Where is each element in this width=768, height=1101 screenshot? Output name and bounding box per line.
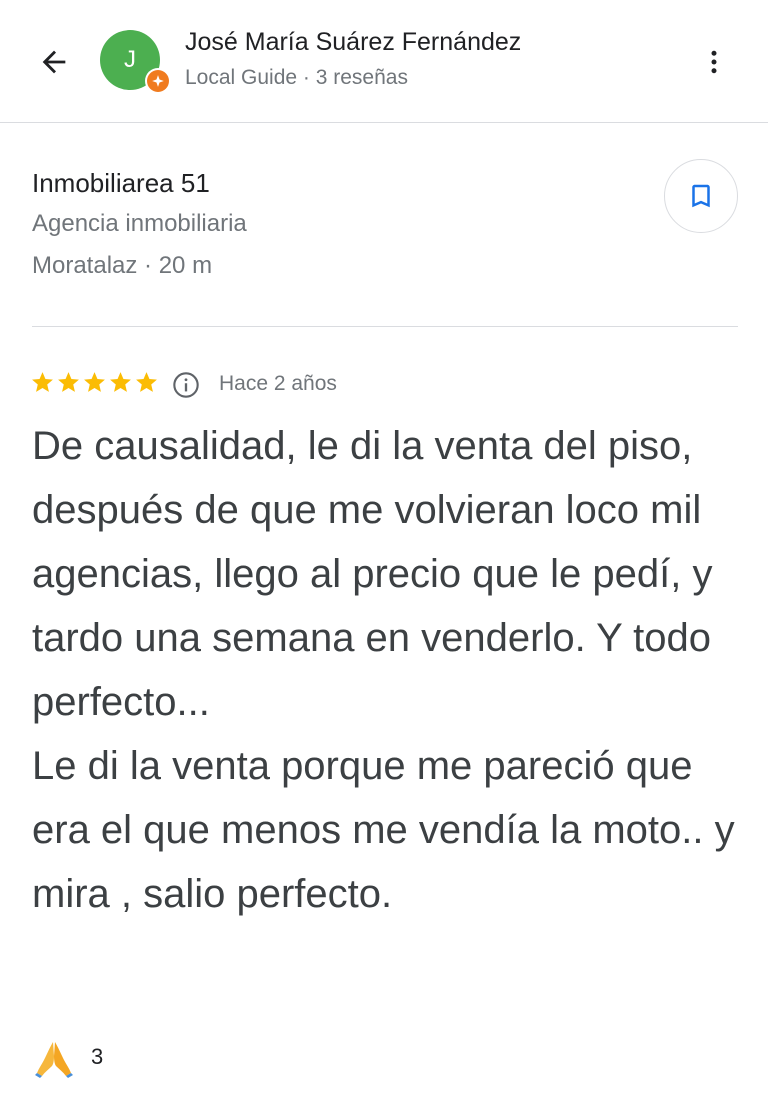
section-divider [32,326,738,327]
review-text: De causalidad, le di la venta del piso, … [32,424,735,916]
save-place-button[interactable] [664,159,738,233]
more-vert-icon [711,50,717,74]
more-options-button[interactable] [690,38,738,86]
reviewer-name[interactable]: José María Suárez Fernández [185,28,521,57]
reaction-count: 3 [91,1044,104,1069]
star-icon [110,372,131,392]
star-icon [32,372,53,392]
star-badge-icon [152,75,164,87]
reviewer-meta: Local Guide · 3 reseñas [185,66,408,89]
star-icon [58,372,79,392]
info-icon [173,372,199,398]
place-category: Agencia inmobiliaria [32,210,247,237]
arrow-back-icon [42,50,66,74]
local-guide-badge-icon [145,68,171,94]
bookmark-icon [692,184,710,208]
back-button[interactable] [30,38,78,86]
avatar-initial: J [124,46,136,73]
review-header: J José María Suárez Fernández Local Guid… [0,0,768,123]
place-location: Moratalaz · 20 m [32,252,213,279]
review-detail-page: J José María Suárez Fernández Local Guid… [0,0,768,1101]
star-icon [84,372,105,392]
pray-hands-icon [35,1042,73,1078]
star-icon [136,372,157,392]
review-date: Hace 2 años [219,372,337,395]
info-button[interactable] [172,371,200,399]
place-name[interactable]: Inmobiliarea 51 [32,168,210,199]
pray-reaction-icon[interactable] [34,1038,74,1078]
star-rating [30,370,159,395]
